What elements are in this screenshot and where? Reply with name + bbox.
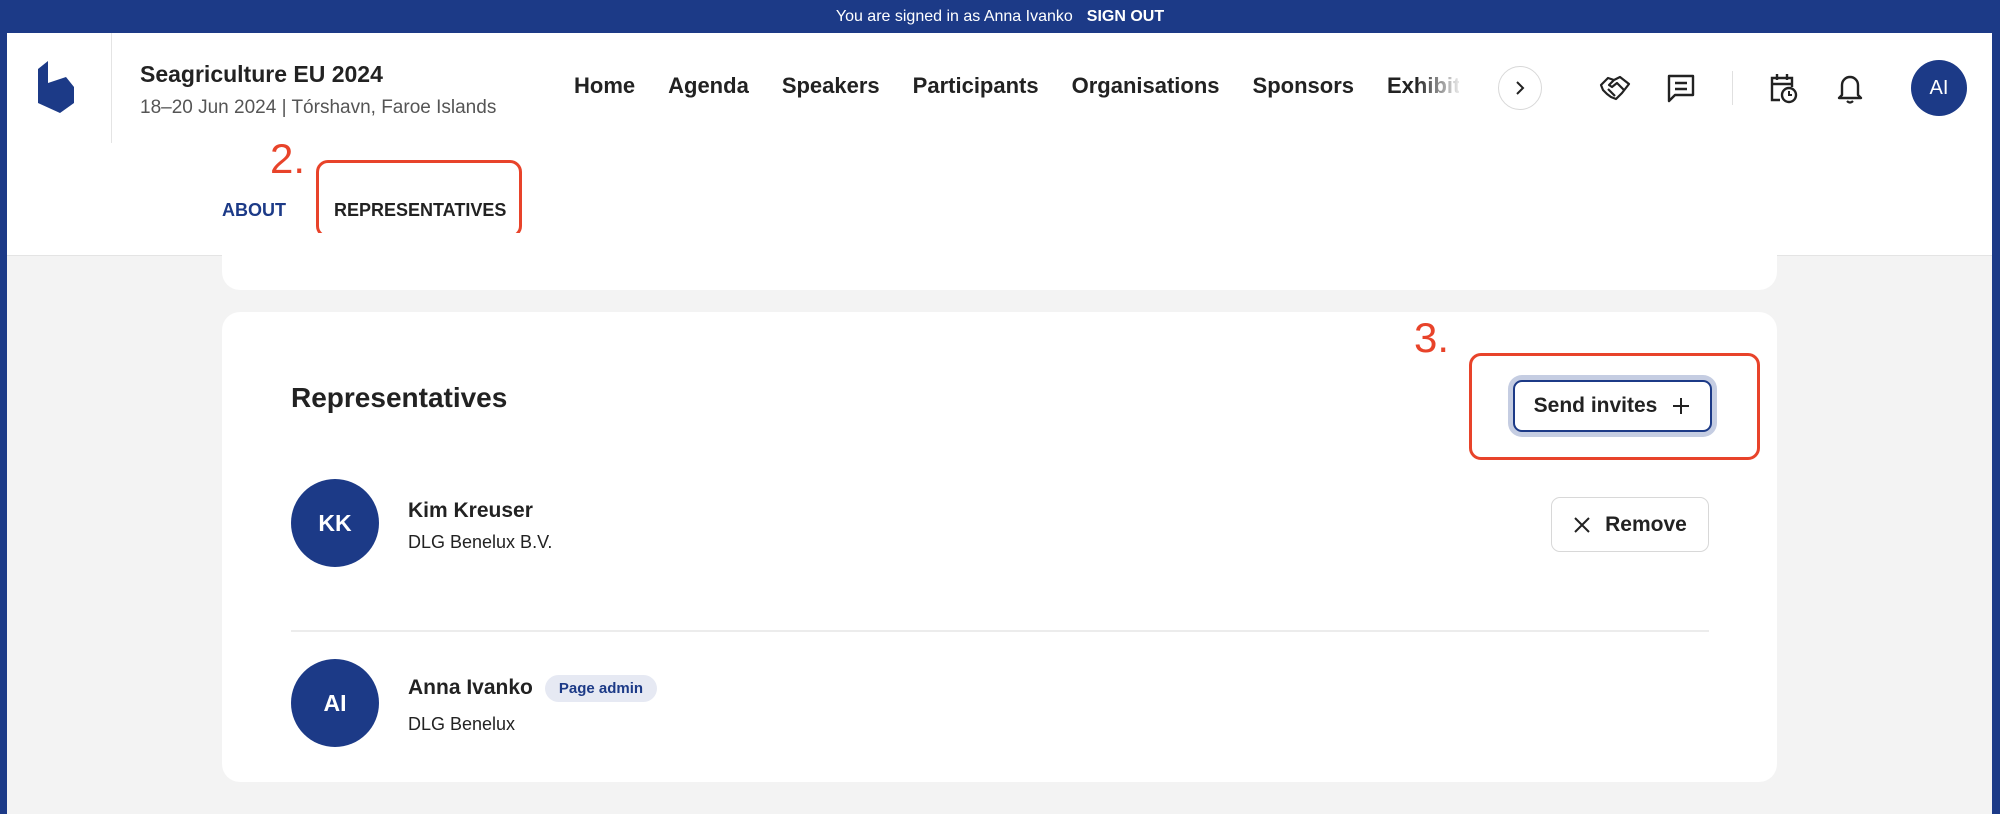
- bell-icon[interactable]: [1833, 71, 1867, 105]
- signed-in-banner: You are signed in as Anna Ivanko SIGN OU…: [0, 0, 2000, 33]
- event-title: Seagriculture EU 2024: [140, 61, 383, 87]
- chat-icon[interactable]: [1664, 71, 1698, 105]
- nav-sponsors[interactable]: Sponsors: [1253, 73, 1354, 99]
- handshake-icon[interactable]: [1598, 71, 1632, 105]
- remove-button[interactable]: Remove: [1551, 497, 1709, 552]
- header: Seagriculture EU 2024 18–20 Jun 2024 | T…: [7, 33, 1992, 144]
- representative-org: DLG Benelux: [408, 714, 516, 734]
- nav-participants[interactable]: Participants: [913, 73, 1039, 99]
- tab-about[interactable]: ABOUT: [222, 200, 286, 221]
- chevron-right-icon: [1516, 81, 1525, 95]
- nav-exhibitors[interactable]: Exhibit: [1387, 73, 1459, 99]
- section-heading: Representatives: [291, 382, 508, 413]
- app-frame: Seagriculture EU 2024 18–20 Jun 2024 | T…: [7, 33, 1992, 814]
- remove-label: Remove: [1605, 512, 1687, 536]
- send-invites-label: Send invites: [1533, 394, 1658, 417]
- logo[interactable]: [7, 33, 112, 143]
- representative-name[interactable]: Anna Ivanko: [408, 676, 533, 699]
- annotation-number-2: 2.: [270, 135, 306, 182]
- nav-organisations[interactable]: Organisations: [1072, 73, 1220, 99]
- avatar: AI: [291, 659, 379, 747]
- user-avatar[interactable]: AI: [1911, 60, 1967, 116]
- calendar-clock-icon[interactable]: [1766, 71, 1800, 105]
- representative-name-line: Anna Ivanko Page admin: [408, 675, 658, 702]
- nav-agenda[interactable]: Agenda: [668, 73, 749, 99]
- nav-home[interactable]: Home: [574, 73, 635, 99]
- nav-speakers[interactable]: Speakers: [782, 73, 880, 99]
- plus-icon: [1673, 398, 1690, 414]
- header-divider: [1732, 71, 1733, 105]
- nav-next-button[interactable]: [1498, 66, 1542, 110]
- sign-out-link[interactable]: SIGN OUT: [1087, 8, 1164, 26]
- annotation-box-2: [316, 160, 522, 238]
- about-card: [222, 233, 1777, 290]
- list-divider: [291, 630, 1709, 632]
- send-invites-button[interactable]: Send invites: [1513, 380, 1712, 432]
- main-nav: Home Agenda Speakers Participants Organi…: [574, 73, 1459, 99]
- close-icon: [1574, 516, 1590, 533]
- event-subtitle: 18–20 Jun 2024 | Tórshavn, Faroe Islands: [140, 97, 497, 118]
- annotation-number-3: 3.: [1414, 314, 1450, 361]
- page-admin-badge: Page admin: [544, 675, 658, 702]
- logo-icon: [38, 61, 74, 113]
- signed-in-text: You are signed in as Anna Ivanko: [835, 7, 1073, 25]
- avatar: KK: [291, 479, 379, 567]
- representative-name[interactable]: Kim Kreuser: [408, 499, 533, 523]
- representatives-card: Representatives 3. Send invites KK Kim K…: [222, 312, 1777, 782]
- representative-org: DLG Benelux B.V.: [408, 532, 553, 552]
